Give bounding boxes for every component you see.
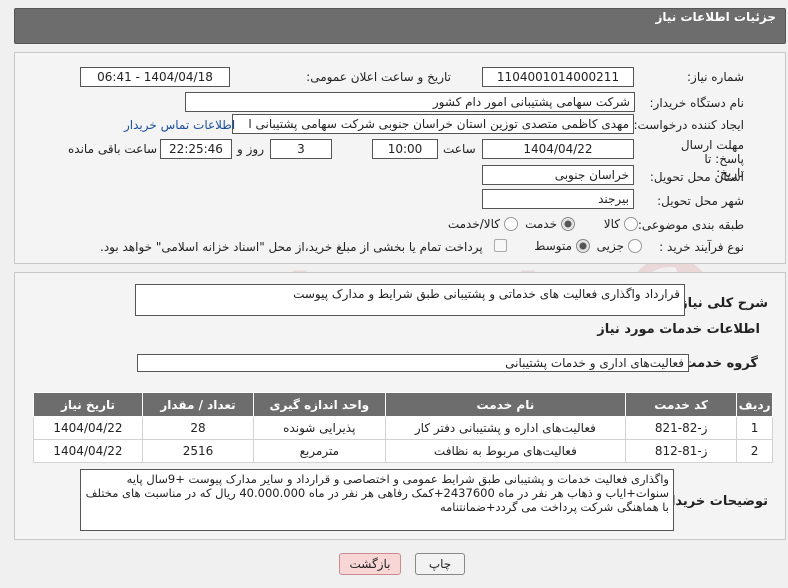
cell-quantity: 2516 — [141, 439, 255, 463]
category-option-goods-service[interactable]: کالا/خدمت — [438, 216, 518, 232]
process-radio-medium[interactable] — [576, 239, 590, 253]
cell-service-code: ز-82-821 — [625, 416, 738, 440]
cell-quantity: 28 — [141, 416, 255, 440]
announce-date-field[interactable]: 1404/04/18 - 06:41 — [80, 67, 230, 87]
buyer-field[interactable]: شرکت سهامی پشتیبانی امور دام کشور — [185, 92, 635, 112]
cell-unit: پذیرایی شونده — [253, 416, 386, 440]
description-field[interactable]: قرارداد واگذاری فعالیت های خدماتی و پشتی… — [135, 284, 685, 316]
column-header-service-code: کد خدمت — [625, 392, 738, 417]
days-remaining-field[interactable]: 3 — [270, 139, 332, 159]
cell-need-date: 1404/04/22 — [33, 439, 143, 463]
city-field[interactable]: بیرجند — [482, 189, 634, 209]
services-table: ردیف کد خدمت نام خدمت واحد اندازه گیری ت… — [33, 392, 773, 463]
days-label: روز و — [237, 142, 264, 156]
category-radio-goods[interactable] — [624, 217, 638, 231]
process-option-minor-label: جزیی — [596, 239, 624, 253]
service-group-field[interactable]: فعالیت‌های اداری و خدمات پشتیبانی — [137, 354, 689, 372]
column-header-row-number: ردیف — [736, 392, 773, 417]
cell-row-number: 2 — [736, 439, 773, 463]
category-option-goods-label: کالا — [603, 217, 620, 231]
contact-buyer-link[interactable]: اطلاعات تماس خریدار — [124, 118, 235, 132]
column-header-service-name: نام خدمت — [384, 392, 627, 417]
buyer-notes-label: توضیحات خریدار: — [658, 494, 768, 509]
remaining-time-field[interactable]: 22:25:46 — [160, 139, 232, 159]
process-type-label: نوع فرآیند خرید : — [659, 240, 744, 254]
cell-row-number: 1 — [736, 416, 773, 440]
remaining-time-label: ساعت باقی مانده — [68, 142, 158, 156]
category-option-service-label: خدمت — [525, 217, 557, 231]
city-label: شهر محل تحویل: — [657, 194, 744, 208]
deadline-date-field[interactable]: 1404/04/22 — [482, 139, 634, 159]
back-button[interactable]: بازگشت — [339, 553, 401, 575]
process-option-medium[interactable]: متوسط — [534, 238, 590, 254]
cell-unit: مترمربع — [253, 439, 386, 463]
creator-field[interactable]: مهدی کاظمی متصدی توزین استان خراسان جنوب… — [232, 114, 634, 134]
buyer-label: نام دستگاه خریدار: — [649, 96, 745, 110]
category-option-goods-service-label: کالا/خدمت — [447, 217, 500, 231]
category-label: طبقه بندی موضوعی: — [637, 218, 744, 232]
deadline-time-field[interactable]: 10:00 — [372, 139, 438, 159]
process-radio-minor[interactable] — [628, 239, 642, 253]
payment-note: پرداخت تمام یا بخشی از مبلغ خرید،از محل … — [100, 240, 483, 254]
buyer-notes-field[interactable]: واگذاری فعالیت خدمات و پشتیبانی طبق شرای… — [80, 469, 674, 531]
cell-need-date: 1404/04/22 — [33, 416, 143, 440]
category-option-service[interactable]: خدمت — [525, 216, 575, 232]
province-label: استان محل تحویل: — [649, 170, 744, 184]
table-header-row: ردیف کد خدمت نام خدمت واحد اندازه گیری ت… — [33, 392, 773, 417]
cell-service-name: فعالیت‌های اداره و پشتیبانی دفتر کار — [384, 416, 627, 440]
category-radio-service[interactable] — [561, 217, 575, 231]
service-group-label: گروه خدمت: — [678, 356, 758, 371]
deadline-time-label: ساعت — [443, 142, 476, 156]
table-row[interactable]: 2 ز-81-812 فعالیت‌های مربوط به نظافت متر… — [33, 439, 773, 463]
column-header-quantity: تعداد / مقدار — [141, 392, 255, 417]
description-label: شرح کلی نیاز: — [674, 296, 768, 311]
creator-label: ایجاد کننده درخواست: — [633, 118, 744, 132]
announce-date-label: تاریخ و ساعت اعلان عمومی: — [306, 70, 451, 84]
category-radio-goods-service[interactable] — [504, 217, 518, 231]
page-title: جزئیات اطلاعات نیاز — [655, 10, 776, 24]
process-option-minor[interactable]: جزیی — [596, 238, 642, 254]
services-section-title: اطلاعات خدمات مورد نیاز — [597, 322, 760, 337]
cell-service-name: فعالیت‌های مربوط به نظافت — [384, 439, 627, 463]
column-header-need-date: تاریخ نیاز — [33, 392, 143, 417]
column-header-unit: واحد اندازه گیری — [253, 392, 386, 417]
need-number-label: شماره نیاز: — [687, 70, 744, 84]
province-field[interactable]: خراسان جنوبی — [482, 165, 634, 185]
table-row[interactable]: 1 ز-82-821 فعالیت‌های اداره و پشتیبانی د… — [33, 416, 773, 440]
print-button[interactable]: چاپ — [415, 553, 465, 575]
cell-service-code: ز-81-812 — [625, 439, 738, 463]
treasury-checkbox[interactable] — [494, 239, 507, 252]
process-option-medium-label: متوسط — [534, 239, 572, 253]
category-option-goods[interactable]: کالا — [598, 216, 638, 232]
need-number-field[interactable]: 1104001014000211 — [482, 67, 634, 87]
